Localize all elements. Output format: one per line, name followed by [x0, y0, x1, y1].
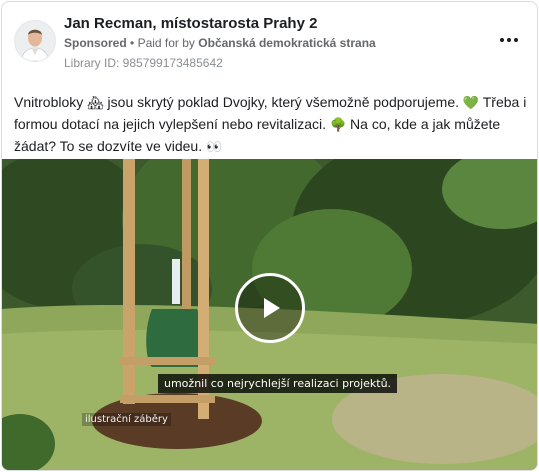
video-player[interactable]: umožnil co nejrychlejší realizaci projek…	[2, 159, 537, 470]
video-subtitle: umožnil co nejrychlejší realizaci projek…	[158, 374, 398, 393]
video-watermark: ilustrační záběry	[82, 413, 171, 426]
sponsored-post-card: Jan Recman, místostarosta Prahy 2 Sponso…	[1, 1, 538, 471]
payer-name[interactable]: Občanská demokratická strana	[198, 36, 375, 50]
ad-meta-line: Sponsored • Paid for by Občanská demokra…	[64, 36, 376, 50]
ad-body-text: Vnitrobloky 🏘 jsou skrytý poklad Dvojky,…	[14, 92, 529, 158]
sponsored-label: Sponsored	[64, 36, 127, 50]
author-avatar[interactable]	[14, 20, 56, 62]
green-heart-emoji-icon: 💚	[462, 96, 480, 111]
ad-text-part: Vnitrobloky	[14, 94, 88, 110]
separator-dot: •	[130, 36, 138, 50]
paid-for-prefix: Paid for by	[137, 36, 195, 50]
eyes-emoji-icon: 👀	[205, 140, 223, 155]
more-dot	[514, 38, 518, 42]
more-options-button[interactable]	[495, 30, 523, 50]
tree-emoji-icon: 🌳	[329, 118, 347, 133]
more-horizontal-icon	[500, 38, 504, 42]
more-dot	[507, 38, 511, 42]
library-id: Library ID: 985799173485642	[64, 56, 223, 70]
houses-emoji-icon: 🏘	[87, 96, 104, 111]
person-portrait-icon	[15, 21, 55, 61]
author-name[interactable]: Jan Recman, místostarosta Prahy 2	[64, 15, 317, 32]
ad-text-part: jsou skrytý poklad Dvojky, který všemožn…	[103, 94, 463, 110]
play-button[interactable]	[235, 273, 305, 343]
play-icon	[264, 298, 280, 318]
